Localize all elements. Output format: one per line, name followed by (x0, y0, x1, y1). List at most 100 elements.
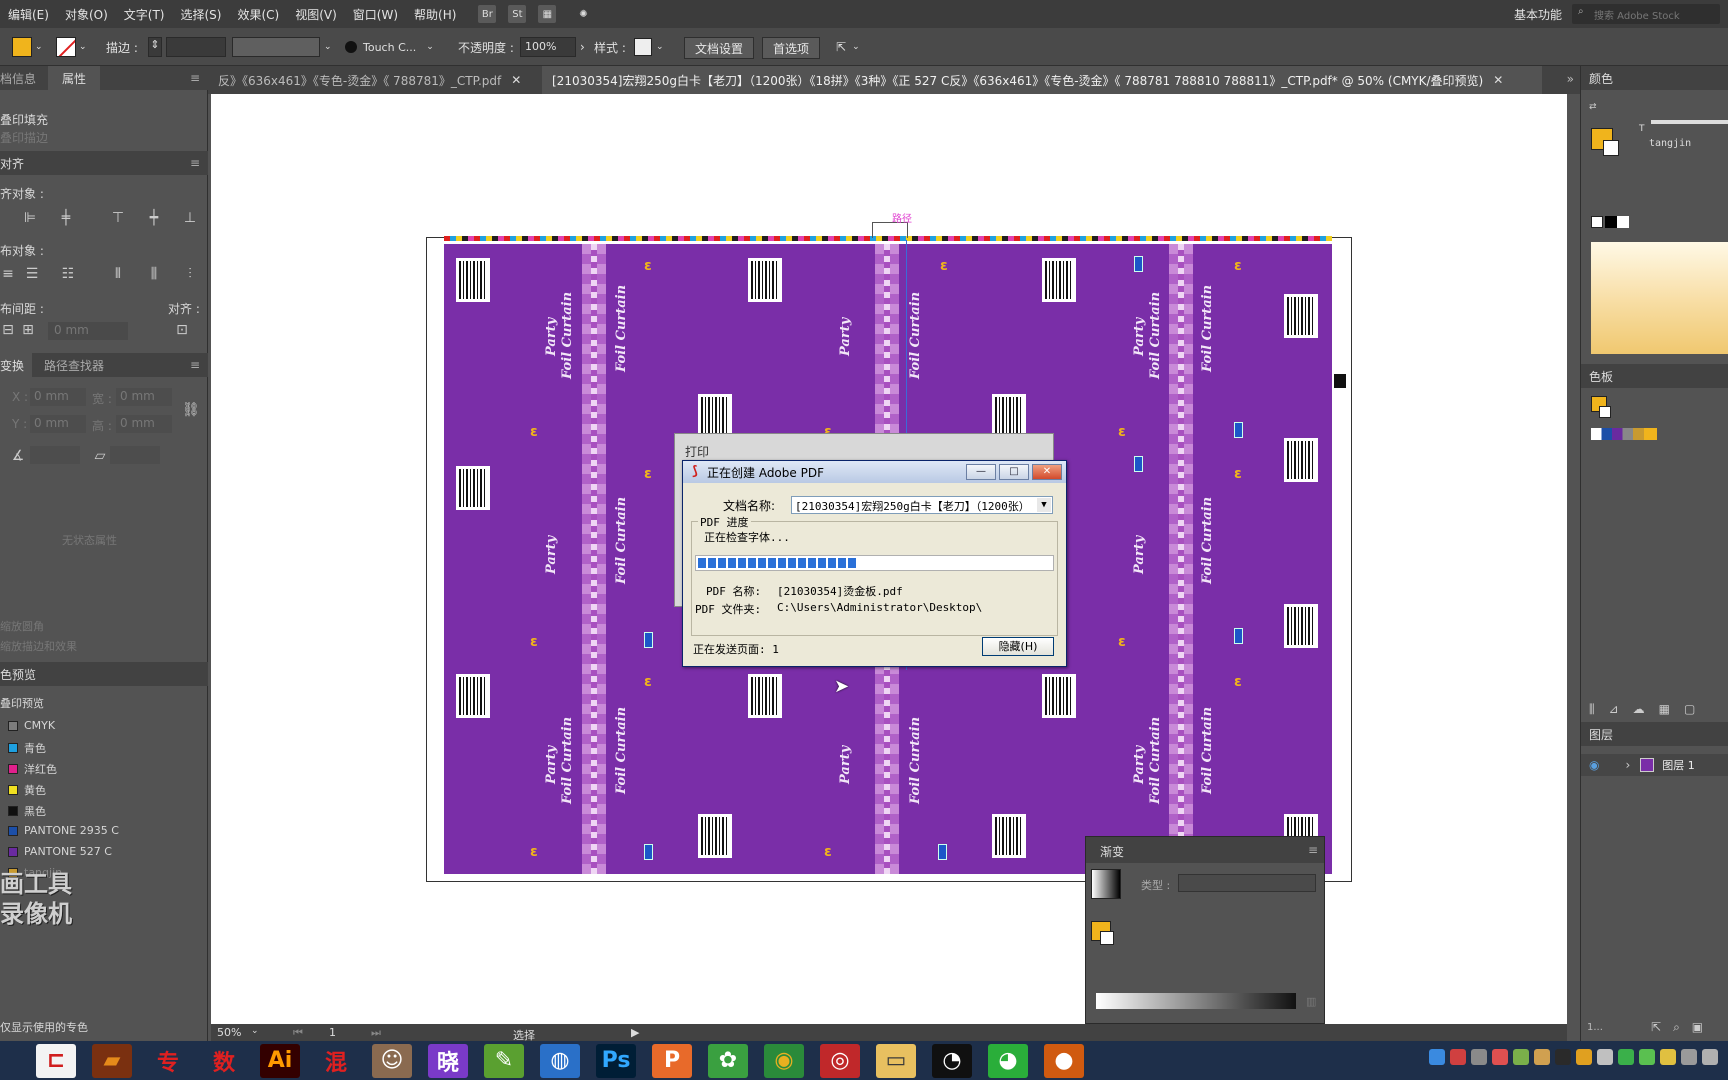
align-bottom-icon[interactable]: ⊥ (182, 210, 198, 226)
tab-separations-preview[interactable]: 色预览 (0, 666, 36, 683)
globe-app-icon[interactable]: ◍ (540, 1043, 580, 1078)
overprint-fill-checkbox[interactable]: 叠印填充 (0, 111, 48, 128)
photo-app-icon[interactable]: ☺ (372, 1043, 412, 1078)
panel-menu-icon[interactable]: ≡ (190, 358, 200, 372)
cloud-icon[interactable]: ☁ (1633, 702, 1645, 717)
constrain-proportions-icon[interactable]: ⛓ (182, 402, 200, 418)
illustrator-app-icon[interactable]: Ai (260, 1043, 300, 1078)
tray-app-icon[interactable] (1534, 1049, 1550, 1065)
tray-app-icon[interactable] (1660, 1049, 1676, 1065)
stock-search-input[interactable]: 搜索 Adobe Stock (1572, 4, 1720, 24)
visibility-eye-icon[interactable]: ◉ (1589, 758, 1599, 772)
separation-row-cyan[interactable]: 青色 (8, 740, 46, 756)
panel-menu-icon[interactable]: ≡ (190, 156, 200, 170)
double-chevron-right-icon[interactable]: » (1567, 72, 1574, 86)
bridge-icon[interactable]: Br (478, 5, 497, 23)
tab-document-info[interactable]: 档信息 (0, 70, 36, 87)
shu-app-icon[interactable]: 数 (204, 1044, 244, 1078)
tab-active-document[interactable]: [21030354]宏翔250g白卡【老刀】（1200张）《18拼》《3种》《正… (542, 66, 1542, 94)
artboard-number[interactable]: 1 (329, 1026, 336, 1039)
swatch-kind-icon[interactable]: ⊿ (1609, 702, 1619, 717)
separation-row-pantone-527[interactable]: PANTONE 527 C (8, 845, 112, 858)
gradient-stroke-icon[interactable] (1100, 931, 1114, 945)
hide-button[interactable]: 隐藏(H) (982, 637, 1054, 656)
swatch-row[interactable] (1591, 428, 1657, 440)
doc-name-dropdown[interactable]: [21030354]宏翔250g白卡【老刀】（1200张） ▼ (791, 496, 1053, 514)
stroke-weight-stepper[interactable]: ⇕ (148, 37, 226, 57)
menu-view[interactable]: 视图(V) (287, 6, 345, 23)
tab-attributes[interactable]: 属性 (48, 66, 101, 90)
opacity-value[interactable]: 100% (520, 37, 576, 57)
fill-swatch[interactable]: ⌄ (12, 37, 43, 57)
distribute-bottom-icon[interactable]: ☷ (60, 266, 76, 282)
game-app-icon[interactable]: ● (1044, 1043, 1084, 1078)
swatch-stroke-icon[interactable] (1599, 406, 1611, 418)
maximize-button[interactable]: □ (999, 464, 1029, 480)
swap-colors-icon[interactable]: ⇄ (1589, 102, 1601, 112)
tab-pathfinder[interactable]: 路径查找器 (44, 357, 104, 374)
white-swatch-icon[interactable] (1617, 216, 1629, 228)
close-icon[interactable]: ✕ (511, 73, 521, 87)
graphic-style-swatch[interactable]: ⌄ (634, 37, 664, 57)
distribute-hleft-icon[interactable]: ⫴ (110, 266, 126, 282)
export-icon[interactable]: ⇱ (1651, 1020, 1661, 1035)
arrange-documents-icon[interactable]: ▦ (538, 5, 557, 23)
pdf-converter-app-icon[interactable]: P (652, 1043, 692, 1078)
close-button[interactable]: ✕ (1032, 464, 1062, 480)
height-input[interactable]: 0 mm (116, 415, 172, 433)
separation-row-cmyk[interactable]: CMYK (8, 719, 55, 732)
distribute-hright-icon[interactable]: ⫶ (182, 266, 198, 282)
tray-app-icon[interactable] (1702, 1049, 1718, 1065)
tray-app-icon[interactable] (1576, 1049, 1592, 1065)
folder-app-icon[interactable]: ▭ (876, 1043, 916, 1078)
tab-align[interactable]: 对齐 (0, 155, 24, 172)
dialog-titlebar[interactable]: ⟆ 正在创建 Adobe PDF — □ ✕ (683, 461, 1066, 483)
gradient-preview[interactable] (1091, 869, 1121, 899)
chevron-right-icon[interactable]: › (580, 40, 585, 54)
tray-app-icon[interactable] (1471, 1049, 1487, 1065)
tab-swatches[interactable]: 色板 (1589, 368, 1613, 385)
distribute-hcenter-icon[interactable]: ⫼ (146, 266, 162, 282)
dropdown-arrow-icon[interactable]: ▼ (1037, 498, 1051, 512)
tray-app-icon[interactable] (1639, 1049, 1655, 1065)
tab-color[interactable]: 颜色 (1589, 70, 1613, 87)
document-setup-button[interactable]: 文档设置 (684, 37, 755, 59)
xiao-app-icon[interactable]: 晓 (428, 1043, 468, 1078)
shear-input[interactable] (110, 446, 160, 464)
color-spectrum[interactable] (1591, 242, 1728, 354)
first-artboard-icon[interactable]: ⏮ (293, 1026, 303, 1040)
tab-transform[interactable]: 变换 (0, 353, 33, 377)
leaf-app-icon[interactable]: ✎ (484, 1043, 524, 1078)
width-input[interactable]: 0 mm (116, 388, 172, 406)
show-used-spots-checkbox[interactable]: 仅显示使用的专色 (0, 1019, 88, 1035)
tray-volume-icon[interactable] (1681, 1049, 1697, 1065)
gradient-panel-header[interactable]: 渐变 (1086, 837, 1324, 863)
tint-slider[interactable] (1651, 120, 1728, 124)
delete-stop-icon[interactable]: ▥ (1306, 995, 1316, 1008)
tab-previous-document[interactable]: 反》《636x461》《专色-烫金》《 788781》_CTP.pdf ✕ (208, 66, 542, 94)
brush-definition-dropdown[interactable]: Touch C... ⌄ (345, 37, 434, 57)
expand-chevron-icon[interactable]: › (1625, 758, 1630, 772)
separation-row-magenta[interactable]: 洋红色 (8, 761, 57, 777)
wechat-app-icon[interactable]: ◕ (988, 1043, 1028, 1078)
align-to-selection-icon[interactable]: ⊡ (174, 322, 190, 338)
tab-gradient[interactable]: 渐变 (1100, 845, 1124, 859)
gradient-slider[interactable] (1096, 993, 1296, 1009)
chrome-app-icon[interactable]: ◉ (764, 1043, 804, 1078)
distribute-left-icon[interactable]: ≡ (0, 266, 16, 282)
play-icon[interactable]: ▶ (631, 1026, 639, 1039)
stroke-swatch[interactable]: ⌄ (56, 37, 87, 57)
layer-options-icon[interactable]: ▣ (1692, 1020, 1703, 1035)
shear-icon[interactable]: ▱ (92, 448, 108, 464)
menu-window[interactable]: 窗口(W) (345, 6, 406, 23)
stock-icon[interactable]: St (508, 5, 527, 23)
new-swatch-icon[interactable]: ▢ (1684, 702, 1695, 717)
x-input[interactable]: 0 mm (30, 388, 86, 406)
menu-type[interactable]: 文字(T) (116, 6, 173, 23)
separation-row-black[interactable]: 黑色 (8, 803, 46, 819)
tray-app-icon[interactable] (1450, 1049, 1466, 1065)
menu-help[interactable]: 帮助(H) (406, 6, 464, 23)
preferences-button[interactable]: 首选项 (762, 37, 821, 59)
menu-object[interactable]: 对象(O) (57, 6, 116, 23)
spacing-input[interactable]: 0 mm (48, 322, 128, 340)
